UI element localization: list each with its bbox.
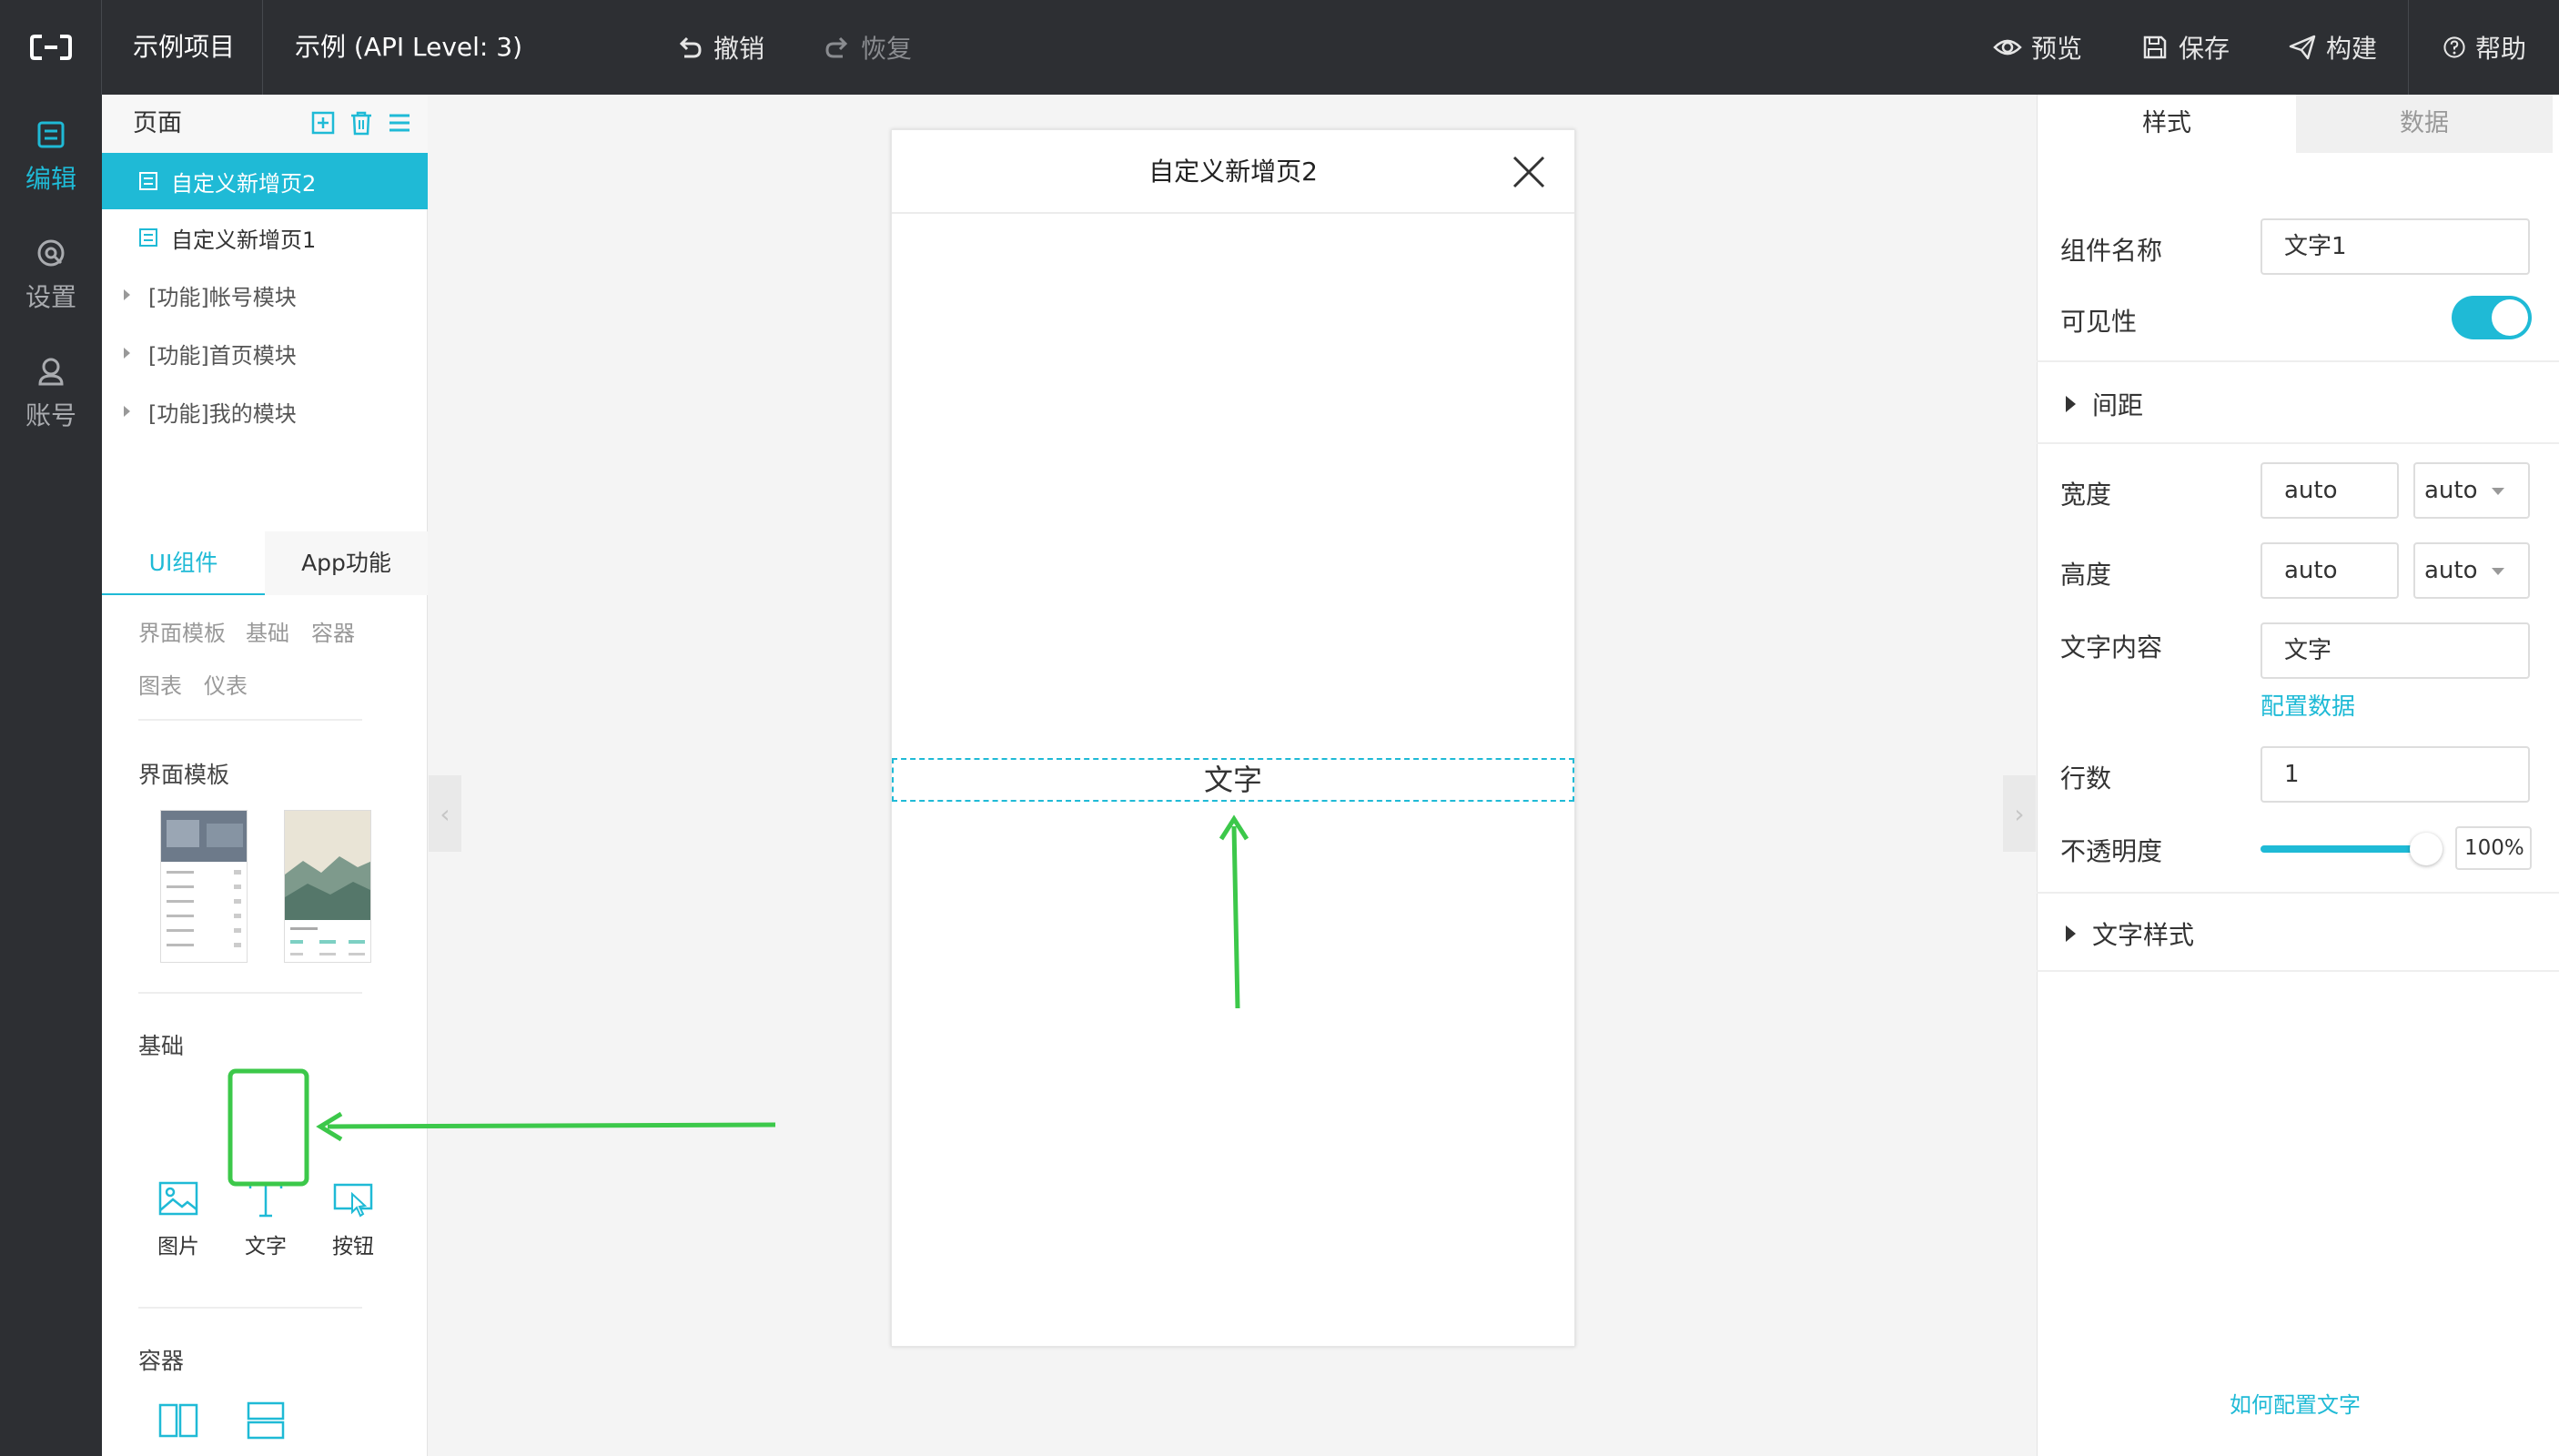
toggle-knob [2492,299,2528,336]
config-data-link[interactable]: 配置数据 [2261,688,2355,722]
property-divider [2037,360,2559,362]
arrow-to-canvas-line [1231,825,1240,1009]
spacing-label: 间距 [2092,390,2144,420]
text-style-expand[interactable]: 文字样式 [2066,915,2194,952]
component-name-input[interactable]: 文字1 [2261,218,2530,275]
arrow-to-text-component-line [327,1122,776,1129]
height-unit-value: auto [2424,557,2478,584]
text-content-label: 文字内容 [2060,632,2163,662]
width-unit-select[interactable]: auto [2413,462,2530,519]
visibility-toggle[interactable] [2452,296,2532,339]
height-unit-select[interactable]: auto [2413,542,2530,599]
expand-triangle-icon [2066,925,2076,942]
tab-data[interactable]: 数据 [2296,95,2553,153]
visibility-label: 可见性 [2060,307,2138,337]
highlight-box [228,1068,309,1187]
component-name-label: 组件名称 [2060,236,2163,266]
chevron-down-icon [2492,568,2504,575]
tab-style[interactable]: 样式 [2038,95,2296,153]
property-divider [2037,970,2559,972]
property-divider [2037,892,2559,894]
expand-triangle-icon [2066,396,2076,412]
width-input[interactable]: auto [2261,462,2399,519]
text-style-label: 文字样式 [2092,920,2195,950]
opacity-slider-thumb[interactable] [2410,833,2443,865]
opacity-slider-track[interactable] [2261,845,2428,853]
help-config-text-link[interactable]: 如何配置文字 [2230,1387,2361,1419]
height-input[interactable]: auto [2261,542,2399,599]
chevron-down-icon [2492,488,2504,495]
width-label: 宽度 [2060,480,2112,510]
text-content-input[interactable]: 文字 [2261,622,2530,679]
lines-input[interactable]: 1 [2261,746,2530,803]
opacity-input[interactable]: 100% [2455,826,2532,870]
width-unit-value: auto [2424,477,2478,504]
spacing-expand[interactable]: 间距 [2066,386,2143,422]
property-divider [2037,442,2559,444]
height-label: 高度 [2060,560,2112,590]
lines-label: 行数 [2060,763,2112,794]
opacity-label: 不透明度 [2060,836,2163,866]
